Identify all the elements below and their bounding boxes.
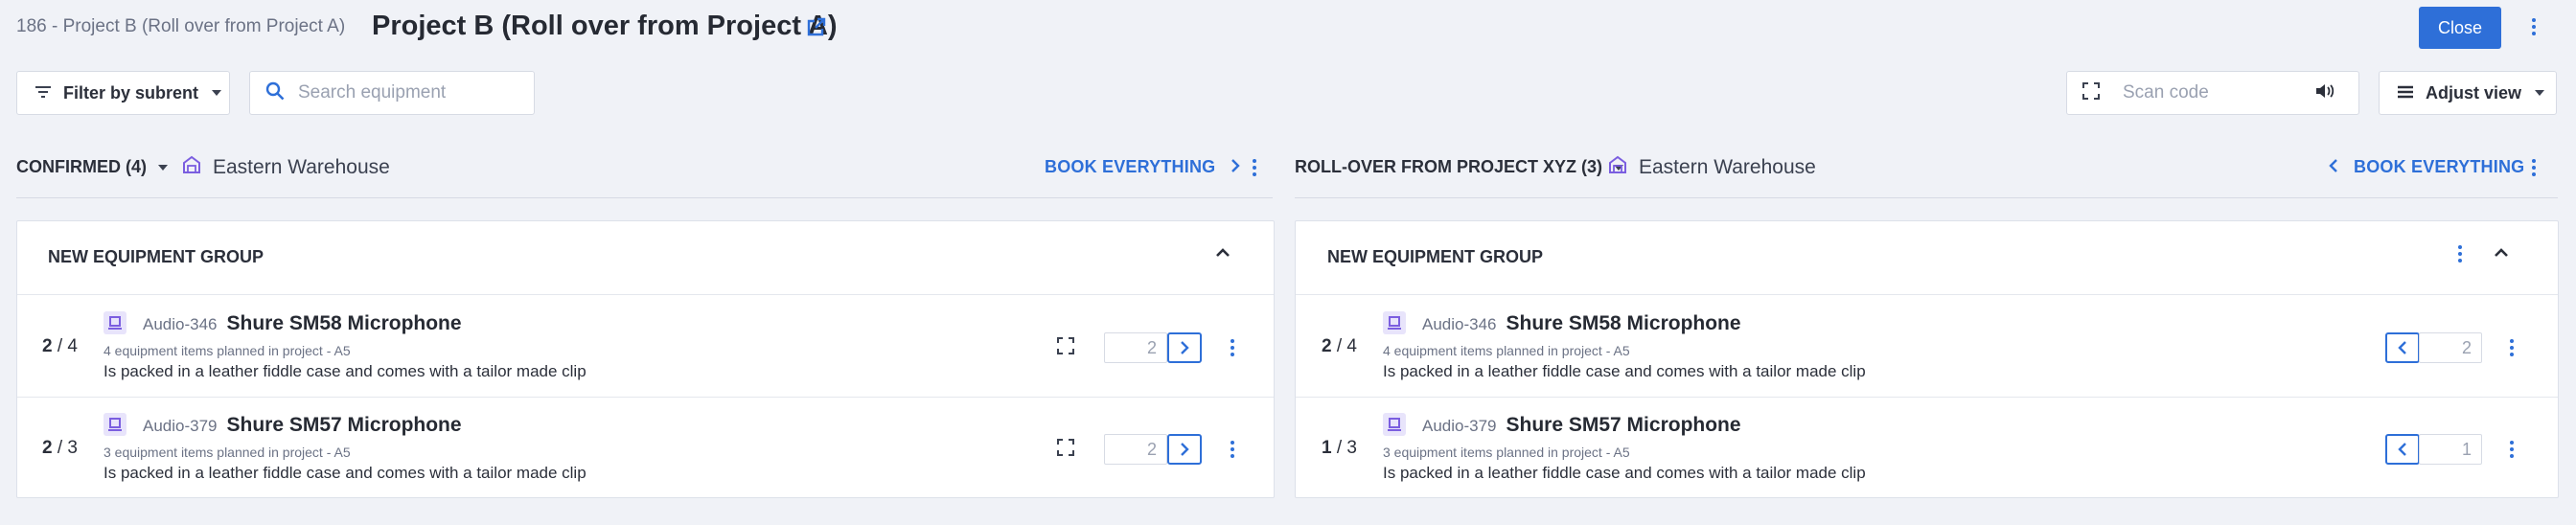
- more-vertical-icon[interactable]: [1223, 438, 1242, 461]
- equipment-icon: [1383, 311, 1406, 334]
- divider: [1296, 397, 2558, 398]
- quantity-count: 2 / 4: [42, 336, 78, 356]
- equipment-title[interactable]: Audio-346 Shure SM58 Microphone: [143, 312, 462, 335]
- quantity-count: 1 / 3: [1322, 438, 1357, 458]
- equipment-code: Audio-346: [143, 315, 218, 333]
- equipment-title[interactable]: Audio-379 Shure SM57 Microphone: [1422, 414, 1741, 437]
- confirmed-section-toggle[interactable]: CONFIRMED (4): [16, 157, 168, 177]
- scan-icon: [2082, 81, 2100, 104]
- scan-icon[interactable]: [1057, 337, 1074, 359]
- equipment-group-panel: NEW EQUIPMENT GROUP 2 / 4 Audio-346 Shur…: [1295, 220, 2559, 498]
- equipment-title[interactable]: Audio-346 Shure SM58 Microphone: [1422, 312, 1741, 335]
- more-vertical-icon[interactable]: [2502, 438, 2521, 461]
- divider: [1296, 294, 2558, 295]
- breadcrumb: 186 - Project B (Roll over from Project …: [16, 16, 346, 36]
- adjust-view-label: Adjust view: [2426, 82, 2522, 103]
- divider: [17, 294, 1274, 295]
- quantity-input[interactable]: 2: [2419, 332, 2482, 363]
- divider: [1295, 197, 2558, 198]
- chevron-left-icon: [2329, 157, 2338, 177]
- equipment-name: Shure SM58 Microphone: [226, 312, 462, 334]
- warehouse-selector[interactable]: Eastern Warehouse: [182, 155, 390, 180]
- equipment-planned-info: 3 equipment items planned in project - A…: [1383, 445, 1630, 460]
- more-vertical-icon[interactable]: [1223, 336, 1242, 359]
- quantity-input[interactable]: 2: [1104, 434, 1167, 465]
- equipment-icon: [1383, 413, 1406, 436]
- equipment-description: Is packed in a leather fiddle case and c…: [1383, 464, 1866, 482]
- divider: [17, 397, 1274, 398]
- group-title: NEW EQUIPMENT GROUP: [48, 247, 264, 266]
- scan-icon[interactable]: [1057, 439, 1074, 461]
- filter-label: Filter by subrent: [63, 82, 199, 103]
- move-left-button[interactable]: [2385, 434, 2420, 465]
- search-box[interactable]: [249, 71, 535, 115]
- speaker-icon[interactable]: [2314, 82, 2335, 104]
- equipment-name: Shure SM57 Microphone: [1506, 414, 1741, 436]
- warehouse-icon: [182, 155, 201, 180]
- rollover-section-toggle[interactable]: ROLL-OVER FROM PROJECT XYZ (3): [1295, 157, 1624, 177]
- external-link-icon[interactable]: [805, 15, 828, 38]
- equipment-title[interactable]: Audio-379 Shure SM57 Microphone: [143, 414, 462, 437]
- close-button[interactable]: Close: [2419, 7, 2501, 49]
- equipment-name: Shure SM57 Microphone: [226, 414, 462, 436]
- book-everything-button[interactable]: BOOK EVERYTHING: [1045, 157, 1241, 177]
- equipment-planned-info: 3 equipment items planned in project - A…: [104, 445, 351, 460]
- warehouse-selector[interactable]: Eastern Warehouse: [1608, 155, 1816, 180]
- quantity-count: 2 / 3: [42, 438, 78, 458]
- warehouse-label: Eastern Warehouse: [1639, 156, 1816, 178]
- book-everything-label: BOOK EVERYTHING: [1045, 157, 1216, 176]
- equipment-planned-info: 4 equipment items planned in project - A…: [104, 343, 351, 358]
- scan-code-box[interactable]: [2066, 71, 2359, 115]
- more-vertical-icon[interactable]: [1245, 156, 1264, 179]
- quantity-input[interactable]: 2: [1104, 332, 1167, 363]
- search-icon: [265, 81, 285, 105]
- move-right-button[interactable]: [1167, 332, 1202, 363]
- chevron-right-icon: [1230, 157, 1241, 177]
- equipment-code: Audio-379: [1422, 417, 1497, 435]
- book-everything-button[interactable]: BOOK EVERYTHING: [2329, 157, 2524, 177]
- chevron-down-icon: [2535, 90, 2545, 96]
- group-title: NEW EQUIPMENT GROUP: [1327, 247, 1544, 266]
- chevron-down-icon: [212, 90, 222, 96]
- chevron-right-icon: [1181, 341, 1189, 354]
- search-input[interactable]: [298, 82, 518, 103]
- filter-icon: [34, 83, 52, 103]
- more-vertical-icon[interactable]: [2502, 336, 2521, 359]
- adjust-view-button[interactable]: Adjust view: [2379, 71, 2557, 115]
- divider: [16, 197, 1273, 198]
- chevron-right-icon: [1181, 443, 1189, 456]
- more-vertical-icon[interactable]: [2524, 15, 2543, 38]
- chevron-up-icon[interactable]: [2494, 246, 2509, 263]
- equipment-code: Audio-346: [1422, 315, 1497, 333]
- equipment-description: Is packed in a leather fiddle case and c…: [104, 362, 586, 380]
- quantity-count: 2 / 4: [1322, 336, 1357, 356]
- equipment-description: Is packed in a leather fiddle case and c…: [1383, 362, 1866, 380]
- warehouse-label: Eastern Warehouse: [213, 156, 390, 178]
- equipment-icon: [104, 311, 126, 334]
- equipment-description: Is packed in a leather fiddle case and c…: [104, 464, 586, 482]
- chevron-left-icon: [2398, 341, 2406, 354]
- chevron-left-icon: [2398, 443, 2406, 456]
- equipment-group-panel: NEW EQUIPMENT GROUP 2 / 4 Audio-346 Shur…: [16, 220, 1275, 498]
- list-icon: [2397, 83, 2414, 103]
- quantity-input[interactable]: 1: [2419, 434, 2482, 465]
- more-vertical-icon[interactable]: [2450, 242, 2470, 265]
- chevron-up-icon[interactable]: [1215, 246, 1230, 263]
- chevron-down-icon: [158, 164, 168, 171]
- section-title: CONFIRMED (4): [16, 157, 147, 176]
- section-title: ROLL-OVER FROM PROJECT XYZ (3): [1295, 157, 1603, 176]
- equipment-planned-info: 4 equipment items planned in project - A…: [1383, 343, 1630, 358]
- equipment-name: Shure SM58 Microphone: [1506, 312, 1741, 334]
- page-title: Project B (Roll over from Project A): [372, 11, 838, 41]
- equipment-code: Audio-379: [143, 417, 218, 435]
- book-everything-label: BOOK EVERYTHING: [2354, 157, 2525, 176]
- more-vertical-icon[interactable]: [2524, 156, 2543, 179]
- filter-by-subrent-button[interactable]: Filter by subrent: [16, 71, 230, 115]
- scan-code-input[interactable]: [2123, 82, 2305, 103]
- warehouse-icon: [1608, 155, 1627, 180]
- equipment-icon: [104, 413, 126, 436]
- move-left-button[interactable]: [2385, 332, 2420, 363]
- move-right-button[interactable]: [1167, 434, 1202, 465]
